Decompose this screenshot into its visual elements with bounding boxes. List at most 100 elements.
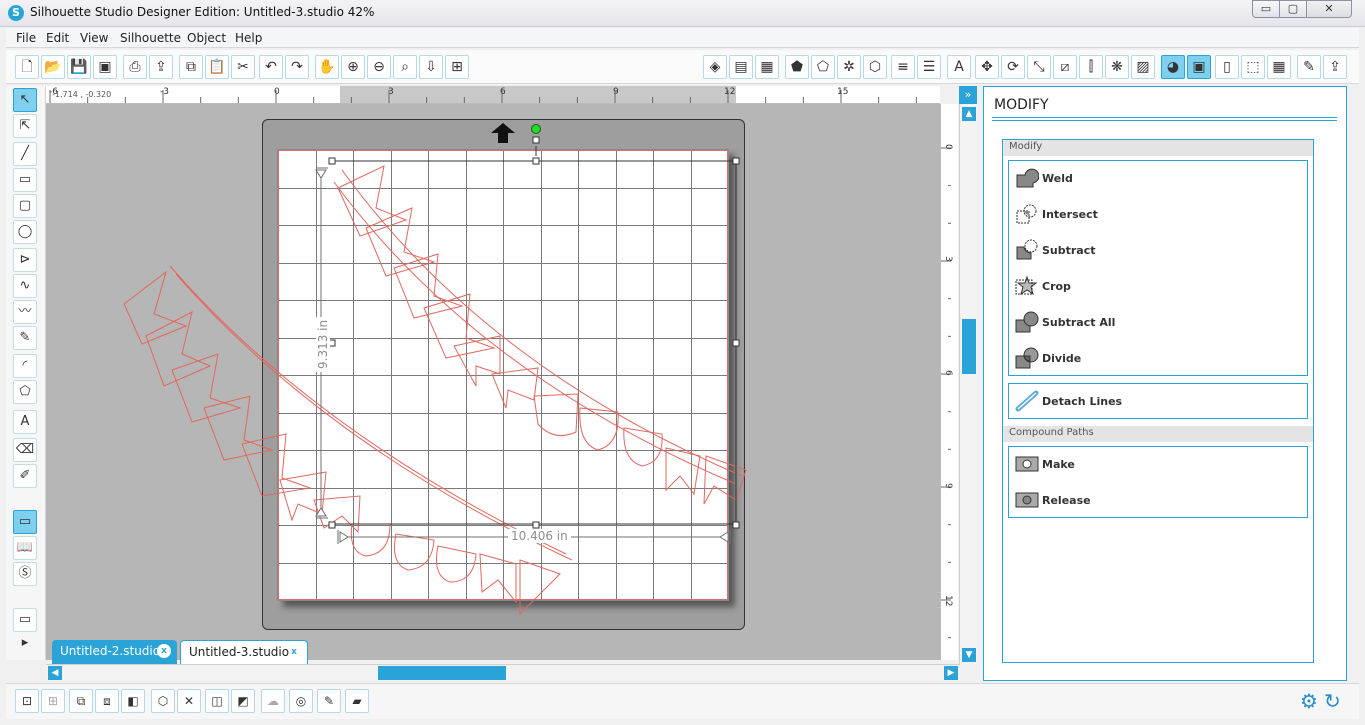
replicate-icon[interactable]: ❋ (1105, 55, 1129, 79)
edit-points-tool-icon[interactable]: ⇱ (13, 114, 37, 138)
fill-color-icon[interactable]: ◈ (703, 55, 727, 79)
save-library-icon[interactable]: ▣ (93, 55, 117, 79)
pan-icon[interactable]: ✋ (315, 55, 339, 79)
scroll-down-arrow-icon[interactable]: ▼ (962, 648, 976, 662)
shear-icon[interactable]: ⧄ (1053, 55, 1077, 79)
new-file-icon[interactable]: 🗋 (15, 55, 39, 79)
offset-shape-icon[interactable]: ⬠ (811, 55, 835, 79)
menu-edit[interactable]: Edit (46, 31, 69, 45)
online-store-icon[interactable]: Ⓢ (13, 562, 37, 586)
freehand-tool-icon[interactable]: 〰 (13, 300, 37, 324)
tab-untitled-2[interactable]: Untitled-2.studio x (52, 640, 177, 664)
horizontal-scrollbar[interactable]: ◀ ▶ (46, 664, 960, 680)
save-icon[interactable]: 💾 (67, 55, 91, 79)
copy-icon[interactable]: ⧉ (179, 55, 203, 79)
delete-icon[interactable]: ✕ (177, 689, 201, 713)
page-setup-icon[interactable]: ▯ (1215, 55, 1239, 79)
open-file-icon[interactable]: 📂 (41, 55, 65, 79)
regular-polygon-tool-icon[interactable]: ⬠ (13, 380, 37, 404)
shape-pentagon-icon[interactable]: ⬟ (785, 55, 809, 79)
pattern-icon[interactable]: ▦ (755, 55, 779, 79)
expand-arrow-icon[interactable]: ▸ (13, 632, 37, 656)
scroll-right-arrow-icon[interactable]: ▶ (944, 666, 958, 680)
group-icon[interactable]: ⊡ (15, 689, 39, 713)
scroll-left-arrow-icon[interactable]: ◀ (48, 666, 62, 680)
undo-icon[interactable]: ↶ (259, 55, 283, 79)
cloud-icon[interactable]: ☁ (261, 689, 285, 713)
duplicate-icon[interactable]: ⧈ (95, 689, 119, 713)
arc-tool-icon[interactable]: ◜ (13, 354, 37, 378)
library-icon[interactable]: 📖 (13, 536, 37, 560)
cut-icon[interactable]: ✂ (231, 55, 255, 79)
star-shape-icon[interactable]: ✲ (837, 55, 861, 79)
knife-shape-icon[interactable]: ⬡ (863, 55, 887, 79)
redo-icon[interactable]: ↷ (285, 55, 309, 79)
maximize-button[interactable]: ▢ (1279, 0, 1307, 18)
zoom-in-icon[interactable]: ⊕ (341, 55, 365, 79)
sync-icon[interactable]: ↻ (1324, 689, 1341, 713)
select-tool-icon[interactable]: ↖ (13, 88, 37, 112)
panel-toggle-button[interactable]: » (959, 86, 977, 104)
cut-settings-icon[interactable]: ✎ (1297, 55, 1321, 79)
window-panel-icon[interactable]: ▭ (13, 608, 37, 632)
menu-silhouette[interactable]: Silhouette (120, 31, 181, 45)
text-tool-icon[interactable]: A (13, 410, 37, 434)
polygon-tool-icon[interactable]: ⊳ (13, 248, 37, 272)
align-icon[interactable]: ⫿ (1079, 55, 1103, 79)
text-style-icon[interactable]: A (947, 55, 971, 79)
bring-forward-icon[interactable]: ◩ (231, 689, 255, 713)
group-select-icon[interactable]: ⧉ (69, 689, 93, 713)
registration-icon[interactable]: ⬚ (1241, 55, 1265, 79)
eraser-tool-icon[interactable]: ⌫ (13, 438, 37, 462)
smooth-freehand-tool-icon[interactable]: ✎ (13, 326, 37, 350)
rotate-icon[interactable]: ⟳ (1001, 55, 1025, 79)
knife-tool-icon[interactable]: ✐ (13, 464, 37, 488)
vertical-scroll-thumb[interactable] (962, 319, 976, 374)
design-view-icon[interactable]: ▭ (13, 510, 37, 534)
pen-pencil-icon[interactable]: ✎ (317, 689, 341, 713)
spiral-icon[interactable]: ◎ (289, 689, 313, 713)
rounded-rectangle-tool-icon[interactable]: ▢ (13, 194, 37, 218)
zoom-out-icon[interactable]: ⊖ (367, 55, 391, 79)
line-color-icon[interactable]: ≡ (891, 55, 915, 79)
minimize-button[interactable]: ▭ (1252, 0, 1280, 18)
scroll-up-arrow-icon[interactable]: ▲ (962, 107, 976, 121)
tab-untitled-3[interactable]: Untitled-3.studio x (180, 640, 308, 664)
menu-view[interactable]: View (80, 31, 108, 45)
print-icon[interactable]: ⎙ (123, 55, 147, 79)
design-canvas[interactable]: 10.406 in 9.313 in (46, 104, 940, 660)
paste-icon[interactable]: 📋 (205, 55, 229, 79)
scale-icon[interactable]: ⤡ (1027, 55, 1051, 79)
selection-box[interactable] (328, 136, 740, 529)
rectangle-tool-icon[interactable]: ▭ (13, 168, 37, 192)
line-tool-icon[interactable]: ╱ (13, 142, 37, 166)
zoom-page-icon[interactable]: ⊞ (445, 55, 469, 79)
send-back-icon[interactable]: ◫ (205, 689, 229, 713)
horizontal-scroll-thumb[interactable] (378, 666, 506, 680)
menu-object[interactable]: Object (187, 31, 226, 45)
close-button[interactable]: ✕ (1306, 0, 1352, 18)
offset-panel-icon[interactable]: ▣ (1187, 55, 1211, 79)
ellipse-tool-icon[interactable]: ◯ (13, 220, 37, 244)
modify-panel-icon[interactable]: ◕ (1161, 55, 1185, 79)
grid-settings-icon[interactable]: ▦ (1267, 55, 1291, 79)
tab-close-icon[interactable]: x (287, 645, 301, 659)
bring-front-icon[interactable]: ◧ (121, 689, 145, 713)
eraser-knife-icon[interactable]: ▰ (345, 689, 369, 713)
gradient-icon[interactable]: ▤ (729, 55, 753, 79)
trace-icon[interactable]: ▨ (1131, 55, 1155, 79)
tab-close-icon[interactable]: x (157, 644, 171, 658)
curve-tool-icon[interactable]: ∿ (13, 274, 37, 298)
line-style-icon[interactable]: ☰ (917, 55, 941, 79)
transform-icon[interactable]: ✥ (975, 55, 999, 79)
menu-file[interactable]: File (16, 31, 36, 45)
send-cut-icon[interactable]: ⇪ (1323, 55, 1347, 79)
zoom-fit-icon[interactable]: ⇩ (419, 55, 443, 79)
pennant-banner-design[interactable] (123, 165, 747, 616)
menu-help[interactable]: Help (235, 31, 262, 45)
vertical-scrollbar[interactable]: ▲ ▼ (959, 104, 977, 664)
send-to-silhouette-icon[interactable]: ⇪ (149, 55, 173, 79)
zoom-select-icon[interactable]: ⌕ (393, 55, 417, 79)
ungroup-icon[interactable]: ⊞ (41, 689, 65, 713)
offset-icon[interactable]: ⬡ (151, 689, 175, 713)
